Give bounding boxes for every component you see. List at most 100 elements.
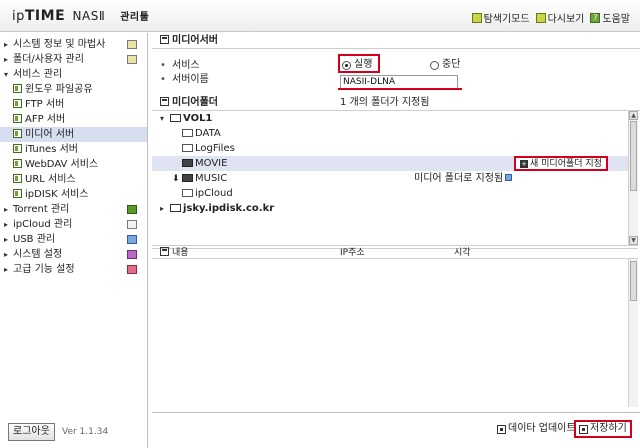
reload-link[interactable]: 다시보기 [535, 10, 585, 25]
tree-label: DATA [195, 128, 221, 139]
menu-label: iTunes 서버 [25, 144, 78, 155]
media-server-header: 미디어서버 [152, 33, 640, 49]
help-link[interactable]: ? 도움말 [590, 10, 630, 25]
menu-label: ipCloud 관리 [13, 219, 73, 230]
section-icon [160, 97, 169, 106]
tree-node-vol1[interactable]: ▾ VOL1 [160, 111, 212, 126]
data-update-button[interactable]: 데이타 업데이트 [494, 421, 579, 437]
sidebar-item-webdav[interactable]: WebDAV 서비스 [0, 157, 147, 172]
menu-folder-user[interactable]: ▸ 폴더/사용자 관리 [0, 52, 147, 67]
sidebar-item-ftp[interactable]: FTP 서버 [0, 97, 147, 112]
tree-label: ipCloud [195, 188, 233, 199]
cloud-icon [127, 220, 137, 229]
app-logo: ipTIME NASⅡ 관리툴 [12, 8, 149, 24]
scroll-down-icon[interactable]: ▼ [629, 236, 638, 245]
arrow-right-icon: ▸ [4, 235, 9, 244]
sidebar-item-windows-share[interactable]: 윈도우 파일공유 [0, 82, 147, 97]
bullet-icon: • [160, 74, 166, 85]
sidebar-item-ipdisk[interactable]: ipDISK 서비스 [0, 187, 147, 202]
logout-button[interactable]: 로그아웃 [8, 423, 55, 441]
service-icon [13, 144, 22, 153]
add-media-folder-button[interactable]: + 새 미디어폴더 지정 [514, 156, 608, 171]
drive-icon [170, 114, 181, 122]
add-media-folder-label: 새 미디어폴더 지정 [530, 159, 602, 169]
menu-label: 윈도우 파일공유 [25, 84, 93, 95]
menu-label: 폴더/사용자 관리 [13, 54, 84, 65]
explorer-mode-label: 탐색기모드 [483, 14, 530, 25]
server-name-input[interactable] [340, 75, 458, 89]
menu-label: Torrent 관리 [13, 204, 70, 215]
tree-scrollbar[interactable]: ▲ ▼ [628, 111, 638, 245]
service-icon [13, 114, 22, 123]
server-name-label: 서버이름 [172, 74, 209, 85]
version-text: Ver 1.1.34 [62, 427, 109, 437]
service-row-label: • 서비스 [160, 59, 200, 73]
main-panel: 미디어서버 •서비스 •서버이름 실행 중단 미디어폴더 1 개의 폴더가 지정… [152, 33, 640, 448]
network-drive-icon [170, 204, 181, 212]
col-ip: IP주소 [340, 248, 365, 258]
scroll-up-icon[interactable]: ▲ [629, 111, 638, 120]
assigned-text: 미디어 폴더로 지정됨 [414, 173, 504, 184]
plus-icon: + [520, 160, 528, 168]
sidebar-item-media-server[interactable]: 미디어 서버 [0, 127, 147, 142]
service-icon [13, 99, 22, 108]
folder-user-icon [127, 55, 137, 64]
highlight-run [338, 54, 380, 73]
scroll-thumb[interactable] [630, 121, 637, 191]
menu-service[interactable]: ▾ 서비스 관리 [0, 67, 147, 82]
sidebar-menu: ▸ 시스템 정보 및 마법사 ▸ 폴더/사용자 관리 ▾ 서비스 관리 윈도우 파일공… [0, 37, 147, 277]
usb-icon [127, 235, 137, 244]
radio-stop-label: 중단 [442, 59, 461, 70]
tree-label: MUSIC [195, 173, 228, 184]
explorer-mode-link[interactable]: 탐색기모드 [471, 10, 530, 25]
arrow-down-icon: ▾ [160, 114, 165, 123]
tree-node-ipcloud[interactable]: ipCloud [182, 186, 233, 201]
section-icon [160, 35, 169, 44]
arrow-right-icon: ▸ [4, 265, 9, 274]
save-button[interactable]: 저장하기 [574, 420, 632, 438]
service-icon [13, 174, 22, 183]
tree-node-logfiles[interactable]: LogFiles [182, 141, 235, 156]
col-content: 내용 [160, 246, 189, 260]
arrow-right-icon: ▸ [4, 40, 9, 49]
media-folder-header: 미디어폴더 1 개의 폴더가 지정됨 [152, 95, 640, 111]
menu-system-info[interactable]: ▸ 시스템 정보 및 마법사 [0, 37, 147, 52]
menu-ipcloud[interactable]: ▸ ipCloud 관리 [0, 217, 147, 232]
sidebar-item-afp[interactable]: AFP 서버 [0, 112, 147, 127]
tree-node-ipdisk[interactable]: ▸ jsky.ipdisk.co.kr [160, 201, 274, 216]
service-icon [13, 129, 22, 138]
scroll-thumb[interactable] [630, 261, 637, 301]
media-folder-title: 미디어폴더 [172, 97, 218, 108]
bottom-bar: 데이타 업데이트 저장하기 [152, 412, 640, 448]
service-icon [13, 84, 22, 93]
folder-icon [182, 189, 193, 197]
arrow-right-icon: ▸ [4, 250, 9, 259]
save-icon [579, 424, 588, 434]
menu-label: ipDISK 서비스 [25, 189, 89, 200]
menu-label: 시스템 설정 [13, 249, 63, 260]
folder-tree: ▾ VOL1 DATA LogFiles MOVIE + 새 미디어폴더 지정 ⬇ M… [152, 111, 638, 249]
reload-label: 다시보기 [547, 14, 585, 25]
logo-nas: NASⅡ [72, 9, 106, 23]
advanced-icon [127, 265, 137, 274]
folder-count-text: 1 개의 폴더가 지정됨 [340, 97, 430, 108]
sidebar-item-url[interactable]: URL 서비스 [0, 172, 147, 187]
menu-usb[interactable]: ▸ USB 관리 [0, 232, 147, 247]
sidebar-item-itunes[interactable]: iTunes 서버 [0, 142, 147, 157]
menu-label: AFP 서버 [25, 114, 66, 125]
log-scrollbar[interactable] [628, 259, 638, 407]
radio-stop[interactable]: 중단 [430, 58, 460, 72]
menu-system-settings[interactable]: ▸ 시스템 설정 [0, 247, 147, 262]
folder-icon [471, 12, 482, 23]
menu-torrent[interactable]: ▸ Torrent 관리 [0, 202, 147, 217]
tree-node-data[interactable]: DATA [182, 126, 221, 141]
help-icon: ? [590, 12, 601, 23]
chart-icon [127, 40, 137, 49]
col-time: 시각 [454, 248, 471, 258]
save-label: 저장하기 [590, 423, 627, 434]
logo-time: TIME [24, 8, 66, 24]
tree-node-music[interactable]: ⬇ MUSIC [172, 171, 227, 186]
service-label: 서비스 [172, 60, 200, 71]
top-links: 탐색기모드 다시보기 ? 도움말 [471, 10, 630, 25]
menu-advanced[interactable]: ▸ 고급 기능 설정 [0, 262, 147, 277]
